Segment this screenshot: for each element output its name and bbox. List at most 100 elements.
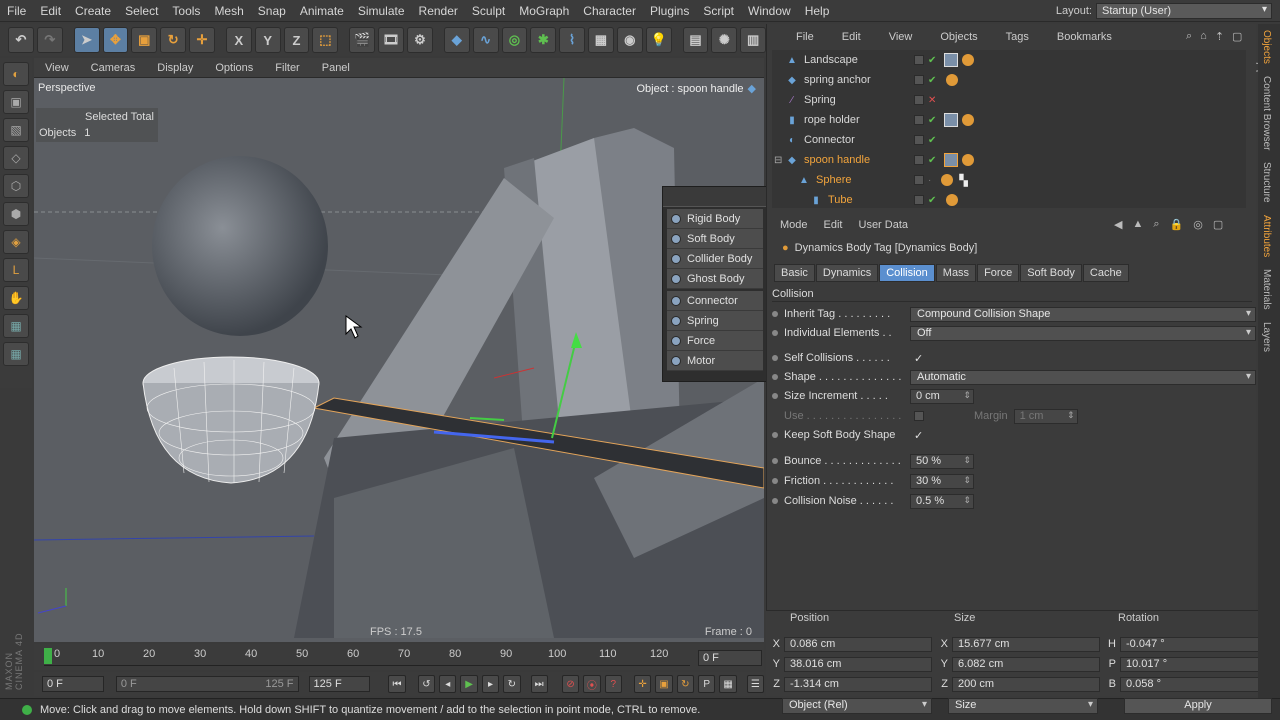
menu-edit[interactable]: Edit bbox=[33, 4, 68, 18]
menu-animate[interactable]: Animate bbox=[293, 4, 351, 18]
shape-dropdown[interactable]: Automatic bbox=[910, 369, 1256, 385]
current-frame-field[interactable]: 0 F bbox=[698, 650, 762, 666]
tab-basic[interactable]: Basic bbox=[774, 264, 815, 282]
tab-cache[interactable]: Cache bbox=[1082, 264, 1129, 282]
go-to-end-icon[interactable]: ⏭ bbox=[530, 675, 548, 693]
object-row-landscape[interactable]: ▲ Landscape ✔ bbox=[772, 50, 1246, 70]
animate-dot-icon[interactable] bbox=[772, 458, 778, 464]
layer-flag[interactable] bbox=[914, 114, 924, 125]
y-axis-icon[interactable]: Y bbox=[254, 27, 281, 53]
enabled-check-icon[interactable]: ✔ bbox=[928, 55, 936, 66]
expand-icon[interactable]: ⊟ bbox=[774, 155, 782, 166]
snapping-icon[interactable]: ▦ bbox=[3, 314, 29, 338]
object-row-connector[interactable]: ◐ Connector ✔ bbox=[772, 130, 1246, 150]
viewport-menu-cameras[interactable]: Cameras bbox=[80, 62, 147, 74]
enabled-check-icon[interactable]: · bbox=[928, 175, 931, 186]
layer-flag[interactable] bbox=[914, 74, 924, 85]
objects-menu-view[interactable]: View bbox=[869, 31, 921, 43]
animate-dot-icon[interactable] bbox=[772, 478, 778, 484]
keyframe-selection-icon[interactable]: ? bbox=[604, 675, 622, 693]
z-axis-icon[interactable]: Z bbox=[283, 27, 310, 53]
animate-dot-icon[interactable] bbox=[772, 311, 778, 317]
x-axis-icon[interactable]: X bbox=[225, 27, 252, 53]
side-tab-structure[interactable]: Structure bbox=[1258, 156, 1275, 209]
animate-dot-icon[interactable] bbox=[772, 355, 778, 361]
tab-collision[interactable]: Collision bbox=[879, 264, 935, 282]
attributes-menu-user-data[interactable]: User Data bbox=[851, 219, 917, 231]
object-row-spring[interactable]: ∕ Spring ✕ bbox=[772, 90, 1246, 110]
menu-tools[interactable]: Tools bbox=[165, 4, 207, 18]
menu-render[interactable]: Render bbox=[412, 4, 465, 18]
menu-script[interactable]: Script bbox=[696, 4, 741, 18]
dynamics-collider-body[interactable]: Collider Body bbox=[667, 249, 763, 269]
enabled-check-icon[interactable]: ✔ bbox=[928, 115, 936, 126]
layer-flag[interactable] bbox=[914, 174, 924, 185]
rotate-icon[interactable]: ↻ bbox=[160, 27, 187, 53]
start-frame-field[interactable]: 0 F bbox=[42, 676, 104, 692]
layer-flag[interactable] bbox=[914, 134, 924, 145]
go-to-start-icon[interactable]: ⏮ bbox=[388, 675, 406, 693]
settings-icon[interactable]: ✺ bbox=[711, 27, 738, 53]
camera-icon[interactable]: ◉ bbox=[616, 27, 643, 53]
animate-dot-icon[interactable] bbox=[772, 330, 778, 336]
texture-tag-icon[interactable] bbox=[944, 153, 959, 167]
menu-mograph[interactable]: MoGraph bbox=[512, 4, 576, 18]
side-tab-attributes[interactable]: Attributes bbox=[1258, 209, 1275, 263]
edges-mode-icon[interactable]: ⬢ bbox=[3, 202, 29, 226]
objects-menu-edit[interactable]: Edit bbox=[822, 31, 869, 43]
tab-soft-body[interactable]: Soft Body bbox=[1020, 264, 1082, 282]
side-tab-content-browser[interactable]: Content Browser bbox=[1258, 70, 1275, 156]
end-frame-field[interactable]: 125 F bbox=[308, 676, 371, 692]
playhead[interactable] bbox=[44, 648, 52, 664]
redo-icon[interactable]: ↷ bbox=[36, 27, 63, 53]
viewport-3d[interactable]: Perspective Object : spoon handle ◆ FPS … bbox=[34, 78, 764, 642]
layout-dropdown[interactable]: Startup (User) bbox=[1096, 3, 1272, 19]
render-picture-viewer-icon[interactable]: 🎞 bbox=[378, 27, 404, 53]
animate-dot-icon[interactable] bbox=[772, 374, 778, 380]
objects-menu-file[interactable]: File bbox=[766, 31, 822, 43]
side-tab-materials[interactable]: Materials bbox=[1258, 263, 1275, 316]
points-mode-icon[interactable]: ⬡ bbox=[3, 174, 29, 198]
dynamics-motor[interactable]: Motor bbox=[667, 351, 763, 371]
timeline-ruler[interactable]: 0 10 20 30 40 50 60 70 80 90 100 110 120 bbox=[44, 648, 690, 666]
enabled-check-icon[interactable]: ✔ bbox=[928, 195, 936, 206]
recent-tool-icon[interactable]: ✛ bbox=[189, 27, 215, 53]
tab-mass[interactable]: Mass bbox=[935, 264, 977, 282]
dynamics-tag-icon[interactable] bbox=[946, 194, 959, 206]
viewport-menu-filter[interactable]: Filter bbox=[264, 62, 310, 74]
viewport-menu-panel[interactable]: Panel bbox=[311, 62, 361, 74]
live-select-icon[interactable]: ➤ bbox=[73, 27, 100, 53]
autokey-icon[interactable]: ⦿ bbox=[583, 675, 601, 693]
animate-dot-icon[interactable] bbox=[772, 432, 778, 438]
search-icon[interactable]: ⌕ bbox=[1186, 30, 1192, 43]
move-icon[interactable]: ✥ bbox=[102, 27, 129, 53]
apply-button[interactable]: Apply bbox=[1124, 698, 1272, 714]
dynamics-spring[interactable]: Spring bbox=[667, 311, 763, 331]
workplane-icon[interactable]: ◇ bbox=[3, 146, 29, 170]
layer-flag[interactable] bbox=[914, 54, 924, 65]
size-increment-field[interactable]: 0 cm bbox=[910, 388, 974, 404]
axis-mode-icon[interactable]: L bbox=[3, 258, 29, 282]
viewport-menu-display[interactable]: Display bbox=[146, 62, 204, 74]
home-icon[interactable]: ⌂ bbox=[1200, 30, 1207, 43]
preview-range-slider[interactable]: 0 F 125 F bbox=[115, 676, 299, 692]
previous-frame-icon[interactable]: ◂ bbox=[439, 675, 457, 693]
size-y-field[interactable]: 6.082 cm bbox=[952, 656, 1100, 672]
spline-icon[interactable]: ∿ bbox=[472, 27, 499, 53]
collision-noise-field[interactable]: 0.5 % bbox=[910, 493, 974, 509]
cube-icon[interactable]: ◆ bbox=[443, 27, 470, 53]
enabled-check-icon[interactable]: ✔ bbox=[928, 75, 936, 86]
dynamics-connector[interactable]: Connector bbox=[667, 291, 763, 311]
menu-snap[interactable]: Snap bbox=[251, 4, 293, 18]
menu-sculpt[interactable]: Sculpt bbox=[465, 4, 512, 18]
previous-key-icon[interactable]: ↺ bbox=[417, 675, 436, 693]
enabled-check-icon[interactable]: ✔ bbox=[928, 135, 936, 146]
objects-menu-bookmarks[interactable]: Bookmarks bbox=[1037, 31, 1120, 43]
dynamics-tag-icon[interactable] bbox=[962, 114, 975, 126]
size-x-field[interactable]: 15.677 cm bbox=[952, 636, 1100, 652]
record-icon[interactable]: ⊘ bbox=[561, 675, 580, 693]
menu-window[interactable]: Window bbox=[741, 4, 798, 18]
coordinate-system-icon[interactable]: ⬚ bbox=[312, 27, 339, 53]
position-z-field[interactable]: -1.314 cm bbox=[784, 676, 932, 692]
dynamics-ghost-body[interactable]: Ghost Body bbox=[667, 269, 763, 289]
